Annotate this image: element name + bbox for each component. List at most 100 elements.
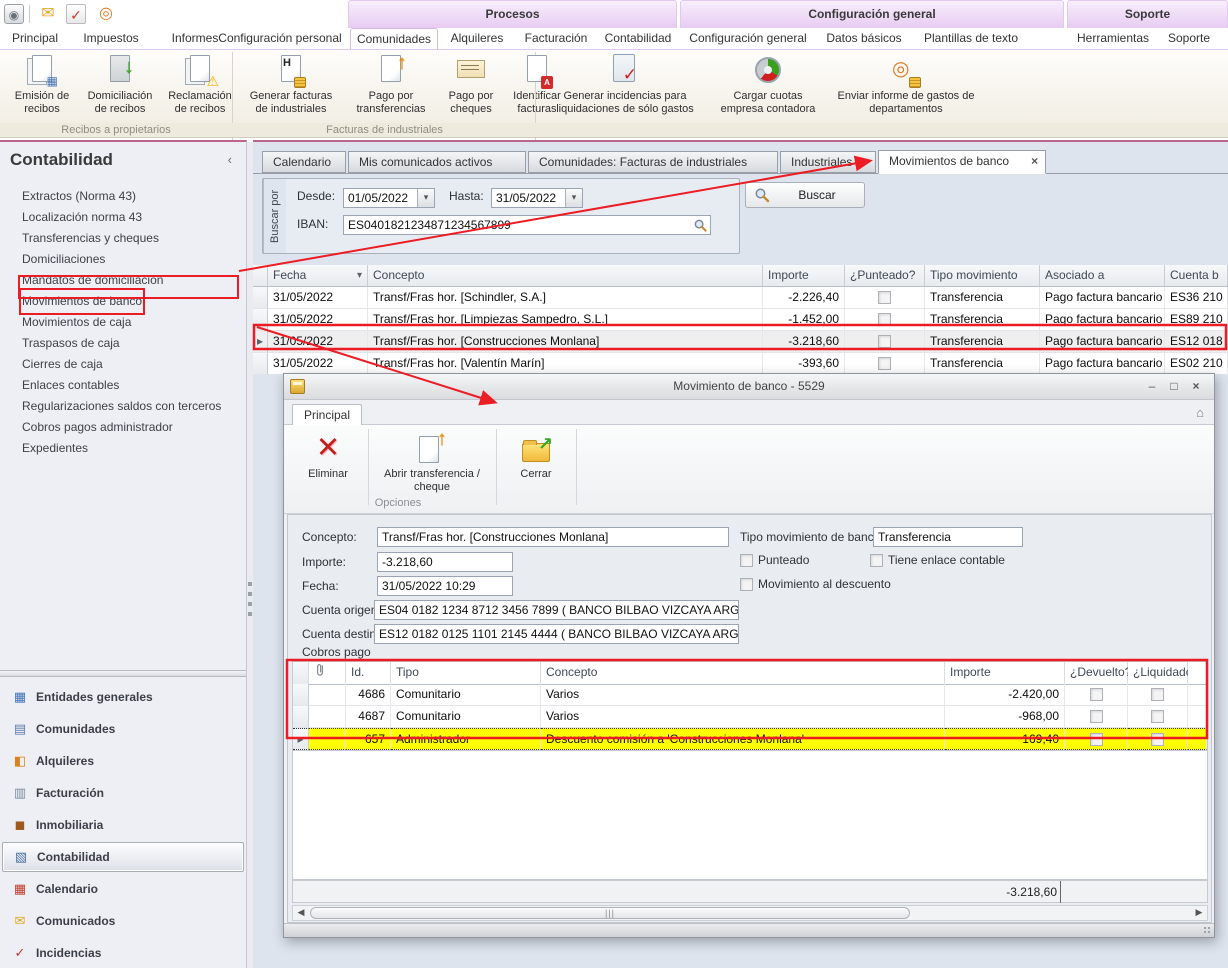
chevron-down-icon[interactable]: ▾ (417, 189, 434, 207)
sidebar-item-extractos[interactable]: Extractos (Norma 43) (22, 186, 136, 207)
col-liquidado[interactable]: ¿Liquidado? (1128, 662, 1188, 685)
col-fecha[interactable]: Fecha▾ (268, 265, 368, 287)
nav-incidencias[interactable]: ✓Incidencias (2, 938, 244, 968)
col-devuelto[interactable]: ¿Devuelto? (1065, 662, 1128, 685)
col-asociado[interactable]: Asociado a (1040, 265, 1165, 287)
ribbon-tab-datos-basicos[interactable]: Datos básicos (818, 28, 910, 50)
ribbon-tab-comunidades[interactable]: Comunidades (350, 28, 438, 50)
scroll-right-icon[interactable]: ▶ (1191, 906, 1207, 920)
nav-calendario[interactable]: ▦Calendario (2, 874, 244, 904)
nav-splitter[interactable] (0, 670, 246, 677)
grid-row[interactable]: 31/05/2022Transf/Fras hor. [Valentín Mar… (253, 353, 1228, 375)
ribbon-tab-impuestos[interactable]: Impuestos (70, 28, 152, 50)
col-tipo[interactable]: Tipo movimiento (925, 265, 1040, 287)
scroll-left-icon[interactable]: ◀ (293, 906, 309, 920)
mail-icon[interactable]: ✉ (38, 4, 58, 24)
sidebar-item-enlaces[interactable]: Enlaces contables (22, 375, 119, 396)
grid-row-selected[interactable]: ▸ 31/05/2022Transf/Fras hor. [Construcci… (253, 331, 1228, 353)
pago-cheques-button[interactable]: Pago por cheques (443, 54, 499, 116)
col-tipo[interactable]: Tipo (391, 662, 541, 685)
sidebar-item-localizacion[interactable]: Localización norma 43 (22, 207, 142, 228)
iban-input[interactable]: ES0401821234871234567899 (343, 215, 711, 235)
reclamacion-recibos-button[interactable]: ⚠ Reclamación de recibos (166, 54, 234, 116)
dialog-title-bar[interactable]: Movimiento de banco - 5529 – □ × (284, 374, 1214, 400)
close-icon[interactable]: × (1186, 378, 1206, 395)
minimize-icon[interactable]: – (1142, 378, 1162, 395)
buscar-button[interactable]: Buscar (745, 182, 865, 208)
cobros-row[interactable]: 4687ComunitarioVarios -968,00 (293, 706, 1207, 728)
devuelto-checkbox[interactable] (1090, 710, 1103, 723)
liquidado-checkbox[interactable] (1151, 688, 1164, 701)
dialog-tab-principal[interactable]: Principal (292, 404, 362, 425)
nav-comunidades[interactable]: ▤Comunidades (2, 714, 244, 744)
ribbon-tab-soporte[interactable]: Soporte (1158, 28, 1220, 50)
app-icon[interactable]: ◉ (4, 4, 24, 24)
sidebar-item-regularizaciones[interactable]: Regularizaciones saldos con terceros (22, 396, 221, 417)
devuelto-checkbox[interactable] (1090, 688, 1103, 701)
fecha-input[interactable]: 31/05/2022 10:29 (377, 576, 513, 596)
sidebar-item-mandatos[interactable]: Mandatos de domiciliación (22, 270, 163, 291)
nav-inmobiliaria[interactable]: ◼Inmobiliaria (2, 810, 244, 840)
collapse-ribbon-icon[interactable]: ⌂ (1196, 405, 1204, 420)
punteado-checkbox[interactable] (878, 313, 891, 326)
movimiento-descuento-checkbox-row[interactable]: Movimiento al descuento (740, 577, 891, 591)
search-icon[interactable] (693, 218, 708, 233)
domiciliacion-recibos-button[interactable]: ↓ Domiciliación de recibos (82, 54, 158, 116)
nav-entidades-generales[interactable]: ▦Entidades generales (2, 682, 244, 712)
cerrar-button[interactable]: ↗ Cerrar (506, 431, 566, 481)
punteado-checkbox[interactable] (878, 291, 891, 304)
importe-input[interactable]: -3.218,60 (377, 552, 513, 572)
grid-row[interactable]: 31/05/2022Transf/Fras hor. [Limpiezas Sa… (253, 309, 1228, 331)
devuelto-checkbox[interactable] (1090, 733, 1103, 746)
generar-facturas-button[interactable]: H Generar facturas de industriales (243, 54, 339, 116)
generar-incidencias-button[interactable]: Generar incidencias para liquidaciones d… (546, 54, 704, 116)
cobros-row[interactable]: 4686ComunitarioVarios -2.420,00 (293, 684, 1207, 706)
col-cuenta[interactable]: Cuenta b (1165, 265, 1228, 287)
close-icon[interactable]: × (1031, 154, 1038, 168)
sidebar-item-expedientes[interactable]: Expedientes (22, 438, 88, 459)
doc-tab-comunicados[interactable]: Mis comunicados activos (348, 151, 526, 173)
col-importe[interactable]: Importe (763, 265, 845, 287)
horizontal-scrollbar[interactable]: ◀ ||| ▶ (292, 905, 1208, 921)
punteado-checkbox[interactable] (878, 335, 891, 348)
cobros-row-highlighted[interactable]: ▸ 657AdministradorDescuento comisión a '… (293, 728, 1207, 750)
emision-recibos-button[interactable]: ▦ Emisión de recibos (10, 54, 74, 116)
abrir-transferencia-button[interactable]: ↑ Abrir transferencia / cheque (374, 431, 490, 494)
hasta-input[interactable]: 31/05/2022▾ (491, 188, 583, 208)
ribbon-tab-herramientas[interactable]: Herramientas (1070, 28, 1156, 50)
nav-facturacion[interactable]: ▥Facturación (2, 778, 244, 808)
cuenta-origen-input[interactable]: ES04 0182 1234 8712 3456 7899 ( BANCO BI… (374, 600, 739, 620)
sidebar-item-cierres[interactable]: Cierres de caja (22, 354, 103, 375)
doc-tab-movimientos-banco[interactable]: Movimientos de banco× (878, 150, 1046, 174)
desde-input[interactable]: 01/05/2022▾ (343, 188, 435, 208)
punteado-checkbox-row[interactable]: Punteado (740, 553, 809, 567)
nav-comunicados[interactable]: ✉Comunicados (2, 906, 244, 936)
doc-tab-industriales[interactable]: Industriales (780, 151, 876, 173)
sidebar-item-movimientos-caja[interactable]: Movimientos de caja (22, 312, 131, 333)
tipo-movimiento-input[interactable]: Transferencia (873, 527, 1023, 547)
ribbon-tab-facturacion[interactable]: Facturación (516, 28, 596, 50)
nav-contabilidad[interactable]: ▧Contabilidad (2, 842, 244, 872)
sort-icon[interactable]: ▾ (357, 265, 362, 286)
scrollbar-thumb[interactable]: ||| (310, 907, 910, 919)
cargar-cuotas-button[interactable]: Cargar cuotas empresa contadora (712, 54, 824, 116)
cuenta-destino-input[interactable]: ES12 0182 0125 1101 2145 4444 ( BANCO BI… (374, 624, 739, 644)
tiene-enlace-checkbox-row[interactable]: Tiene enlace contable (870, 553, 1005, 567)
ribbon-tab-config-general[interactable]: Configuración general (684, 28, 812, 50)
col-concepto[interactable]: Concepto (541, 662, 945, 685)
liquidado-checkbox[interactable] (1151, 733, 1164, 746)
liquidado-checkbox[interactable] (1151, 710, 1164, 723)
ribbon-tab-contabilidad[interactable]: Contabilidad (598, 28, 678, 50)
collapse-sidebar-icon[interactable]: ‹ (228, 152, 232, 167)
sidebar-item-transferencias[interactable]: Transferencias y cheques (22, 228, 159, 249)
col-id[interactable]: Id. (346, 662, 391, 685)
sidebar-item-movimientos-banco[interactable]: Movimientos de banco (22, 291, 142, 312)
sidebar-item-traspasos[interactable]: Traspasos de caja (22, 333, 120, 354)
ribbon-tab-plantillas[interactable]: Plantillas de texto (914, 28, 1028, 50)
pago-transferencias-button[interactable]: ↑ Pago por transferencias (347, 54, 435, 116)
chevron-down-icon[interactable]: ▾ (565, 189, 582, 207)
col-punteado[interactable]: ¿Punteado? (845, 265, 925, 287)
enviar-informe-button[interactable]: ◎ Enviar informe de gastos de departamen… (832, 54, 980, 116)
attachment-column[interactable] (309, 662, 346, 685)
nav-alquileres[interactable]: ◧Alquileres (2, 746, 244, 776)
